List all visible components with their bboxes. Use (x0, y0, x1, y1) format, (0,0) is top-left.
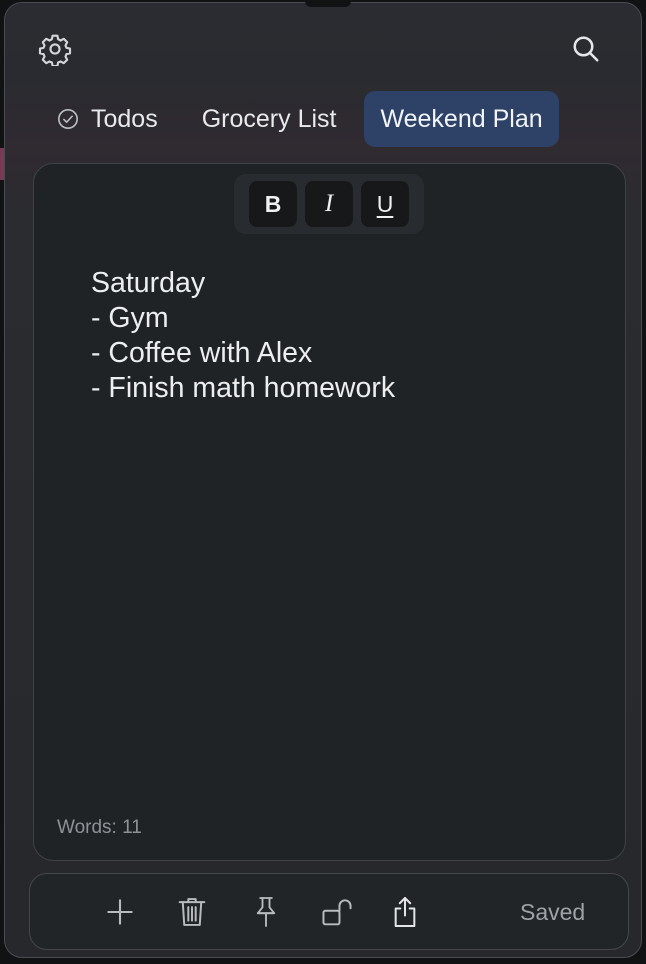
notes-popover: Todos Grocery List Weekend Plan B I U Sa… (4, 1, 642, 958)
lock-button[interactable] (317, 892, 357, 932)
tab-label: Todos (91, 104, 158, 133)
share-icon (394, 897, 416, 927)
check-circle-icon (57, 108, 79, 130)
delete-button[interactable] (172, 892, 212, 932)
gear-icon (38, 34, 72, 66)
plus-icon (107, 899, 133, 925)
pin-icon (256, 897, 276, 927)
tab-label: Weekend Plan (380, 104, 543, 133)
search-icon (573, 36, 599, 62)
note-body[interactable]: Saturday - Gym - Coffee with Alex - Fini… (91, 266, 591, 406)
format-toolbar: B I U (234, 174, 424, 234)
note-line: - Gym (91, 302, 169, 334)
save-status: Saved (520, 899, 586, 925)
tab-weekend-plan[interactable]: Weekend Plan (364, 91, 559, 147)
popover-arrow (305, 1, 351, 7)
bottom-toolbar: Saved (29, 873, 629, 950)
share-button[interactable] (385, 892, 425, 932)
search-button[interactable] (566, 29, 606, 69)
trash-icon (178, 898, 206, 926)
underline-button[interactable]: U (361, 181, 409, 227)
note-line: - Finish math homework (91, 372, 396, 404)
bold-button[interactable]: B (249, 181, 297, 227)
word-count: Words: 11 (57, 817, 142, 838)
new-note-button[interactable] (100, 892, 140, 932)
tab-grocery-list[interactable]: Grocery List (182, 91, 365, 147)
tab-todos[interactable]: Todos (43, 91, 182, 147)
settings-button[interactable] (35, 29, 75, 69)
unlock-icon (322, 899, 352, 926)
tab-label: Grocery List (201, 104, 337, 133)
note-line: Saturday (91, 267, 206, 299)
note-tabs: Todos Grocery List Weekend Plan (43, 91, 559, 147)
pin-button[interactable] (246, 892, 286, 932)
note-line: - Coffee with Alex (91, 337, 313, 369)
note-editor[interactable]: B I U Saturday - Gym - Coffee with Alex … (33, 163, 626, 861)
italic-button[interactable]: I (305, 181, 353, 227)
